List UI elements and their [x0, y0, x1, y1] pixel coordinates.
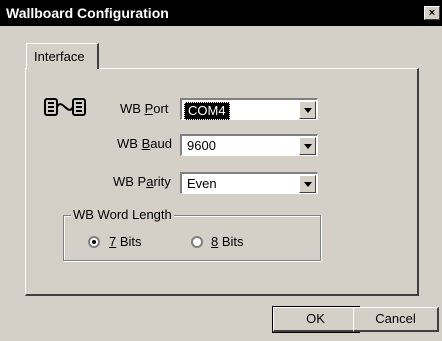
radio-7-bits-label[interactable]: 7 Bits	[109, 234, 142, 249]
wallboard-config-dialog: Wallboard Configuration × Interface WB P…	[0, 0, 442, 341]
parity-label: WB Parity	[113, 174, 171, 189]
radio-8-bits-label[interactable]: 8 Bits	[211, 234, 244, 249]
radio-selected-dot	[92, 240, 96, 244]
word-length-group: WB Word Length 7 Bits 8 Bits	[63, 207, 321, 261]
ok-button[interactable]: OK	[272, 306, 360, 333]
title-bar[interactable]: Wallboard Configuration ×	[0, 0, 442, 26]
baud-select[interactable]: 9600	[180, 134, 318, 156]
baud-value: 9600	[187, 138, 216, 153]
word-length-legend: WB Word Length	[71, 207, 174, 222]
chevron-down-icon[interactable]	[299, 101, 316, 119]
radio-8-bits[interactable]	[191, 236, 203, 248]
close-button[interactable]: ×	[424, 6, 440, 20]
window-title: Wallboard Configuration	[6, 5, 169, 21]
port-select[interactable]: COM4	[180, 98, 318, 120]
tab-interface[interactable]: Interface	[26, 43, 99, 69]
parity-value: Even	[187, 176, 217, 191]
close-icon: ×	[428, 7, 436, 19]
chevron-down-icon[interactable]	[299, 137, 316, 155]
baud-label: WB Baud	[117, 136, 172, 151]
cancel-button[interactable]: Cancel	[353, 307, 439, 332]
port-label: WB Port	[120, 101, 169, 116]
port-value: COM4	[184, 102, 230, 120]
tab-interface-label: Interface	[34, 49, 85, 64]
radio-7-bits[interactable]	[88, 236, 100, 248]
parity-select[interactable]: Even	[180, 172, 318, 194]
serial-port-icon	[44, 98, 86, 116]
chevron-down-icon[interactable]	[299, 175, 316, 193]
